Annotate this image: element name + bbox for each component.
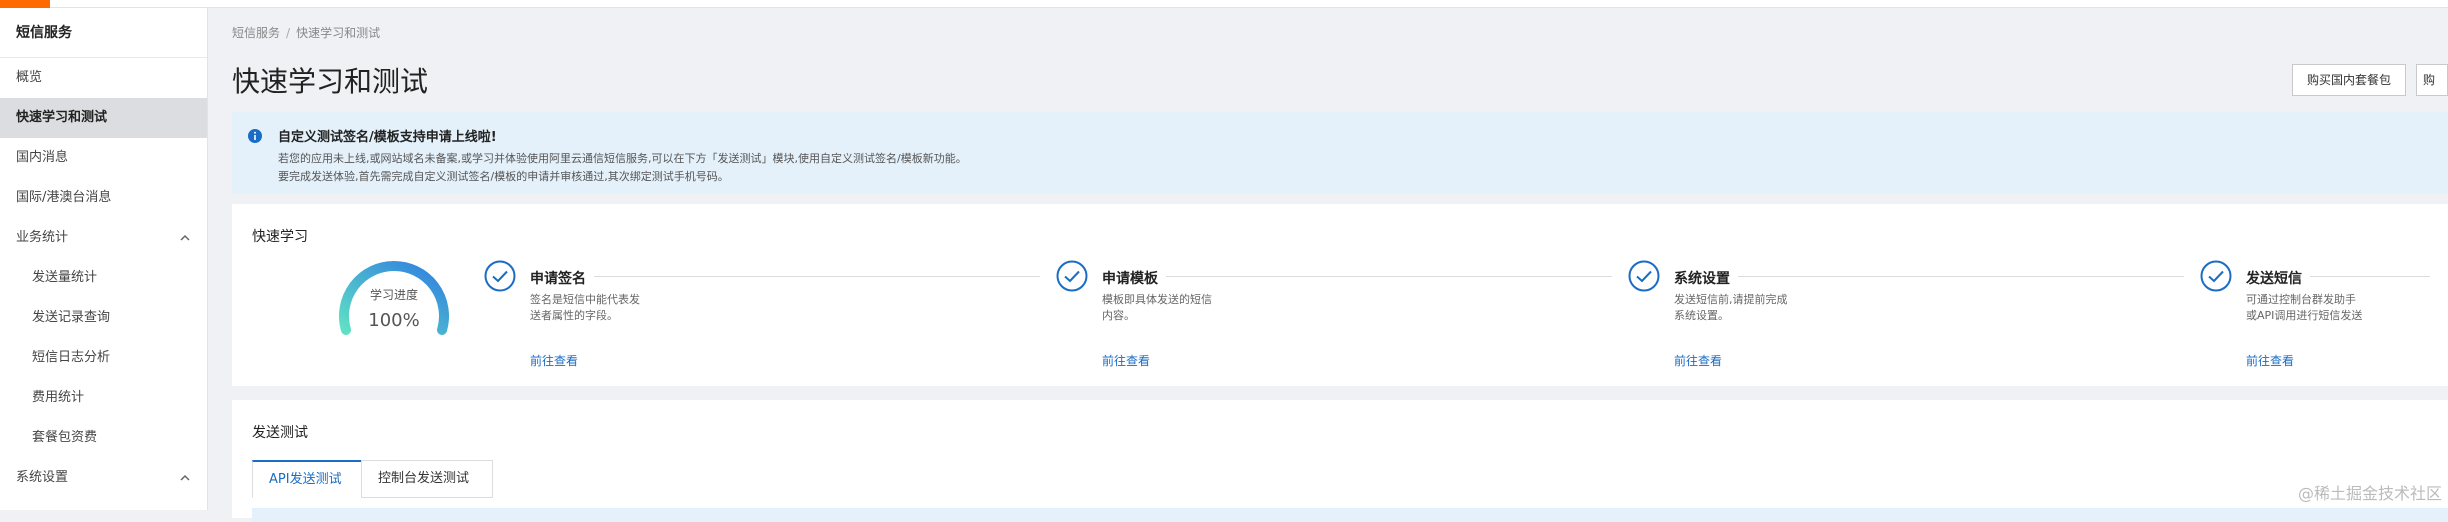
sidebar-item-send-volume[interactable]: 发送量统计 xyxy=(0,258,207,298)
sidebar-item-overview[interactable]: 概览 xyxy=(0,58,207,98)
brand-accent xyxy=(0,0,50,8)
main-content: 短信服务 / 快速学习和测试 快速学习和测试 购买国内套餐包 购 自定义测试签名/模… xyxy=(224,8,2448,522)
step-title: 申请模板 xyxy=(1102,271,1158,287)
step-connector xyxy=(1738,276,2184,277)
sidebar-group-label: 业务统计 xyxy=(16,230,69,245)
breadcrumb-root[interactable]: 短信服务 xyxy=(232,26,280,40)
sidebar-group-business-stats[interactable]: 业务统计 xyxy=(0,218,207,258)
step-title: 发送短信 xyxy=(2246,271,2302,287)
sidebar: 短信服务 概览 快速学习和测试 国内消息 国际/港澳台消息 业务统计 发送量统计… xyxy=(0,8,208,510)
notice-banner: 自定义测试签名/模板支持申请上线啦! 若您的应用未上线,或网站域名未备案,或学习… xyxy=(232,112,2448,194)
chevron-up-icon xyxy=(179,218,191,258)
breadcrumb: 短信服务 / 快速学习和测试 xyxy=(232,24,380,41)
step-description: 发送短信前,请提前完成系统设置。 xyxy=(1674,293,1788,322)
tab-api-send-test[interactable]: API发送测试 xyxy=(252,460,362,498)
sidebar-item-international[interactable]: 国际/港澳台消息 xyxy=(0,178,207,218)
info-icon xyxy=(248,128,262,143)
sidebar-item-send-records[interactable]: 发送记录查询 xyxy=(0,298,207,338)
gauge-value: 100% xyxy=(368,310,420,331)
step-link-view[interactable]: 前往查看 xyxy=(1674,352,1722,369)
step-description: 模板即具体发送的短信内容。 xyxy=(1102,293,1212,322)
learning-progress-gauge: 学习进度 100% xyxy=(332,256,456,346)
send-test-title: 发送测试 xyxy=(252,425,308,441)
quick-learn-title: 快速学习 xyxy=(252,229,308,245)
top-bar xyxy=(0,0,2448,8)
sidebar-item-log-analysis[interactable]: 短信日志分析 xyxy=(0,338,207,378)
tab-content-info-strip xyxy=(252,508,2448,522)
tab-console-send-test[interactable]: 控制台发送测试 xyxy=(361,460,493,498)
check-circle-icon xyxy=(1628,260,1660,292)
quick-learn-card: 快速学习 学习进度 100% 申请签名 签名是短信中能代表发送者属性的字段。 前… xyxy=(232,204,2448,386)
step-connector xyxy=(1166,276,1612,277)
watermark: @稀土掘金技术社区 xyxy=(2297,484,2442,503)
check-circle-icon xyxy=(2200,260,2232,292)
notice-line: 要完成发送体验,首先需完成自定义测试签名/模板的申请并审核通过,其次绑定测试手机… xyxy=(278,170,729,183)
sidebar-title: 短信服务 xyxy=(0,8,207,58)
step-connector xyxy=(594,276,1040,277)
step-title: 申请签名 xyxy=(530,271,586,287)
buy-domestic-package-button[interactable]: 购买国内套餐包 xyxy=(2292,64,2407,96)
step-connector xyxy=(2310,276,2430,277)
step-description: 可通过控制台群发助手或API调用进行短信发送 xyxy=(2246,293,2363,322)
sidebar-group-system-settings[interactable]: 系统设置 xyxy=(0,458,207,498)
step-link-view[interactable]: 前往查看 xyxy=(1102,352,1150,369)
send-test-card: 发送测试 API发送测试 控制台发送测试 xyxy=(232,400,2448,522)
step-link-view[interactable]: 前往查看 xyxy=(530,352,578,369)
step-link-view[interactable]: 前往查看 xyxy=(2246,352,2294,369)
sidebar-item-package-fees[interactable]: 套餐包资费 xyxy=(0,418,207,458)
step-title: 系统设置 xyxy=(1674,271,1730,287)
notice-line: 若您的应用未上线,或网站域名未备案,或学习并体验使用阿里云通信短信服务,可以在下… xyxy=(278,152,967,165)
check-circle-icon xyxy=(484,260,516,292)
notice-title: 自定义测试签名/模板支持申请上线啦! xyxy=(278,130,497,145)
breadcrumb-current: 快速学习和测试 xyxy=(296,26,381,40)
sidebar-item-domestic[interactable]: 国内消息 xyxy=(0,138,207,178)
gauge-label: 学习进度 xyxy=(369,288,418,302)
breadcrumb-separator: / xyxy=(286,26,291,40)
chevron-up-icon xyxy=(179,458,191,498)
page-title: 快速学习和测试 xyxy=(232,65,429,98)
sidebar-item-cost-stats[interactable]: 费用统计 xyxy=(0,378,207,418)
sidebar-item-quick-learn[interactable]: 快速学习和测试 xyxy=(0,98,207,138)
buy-button[interactable]: 购 xyxy=(2416,64,2448,96)
sidebar-group-label: 系统设置 xyxy=(16,470,69,485)
step-description: 签名是短信中能代表发送者属性的字段。 xyxy=(530,293,640,322)
check-circle-icon xyxy=(1056,260,1088,292)
